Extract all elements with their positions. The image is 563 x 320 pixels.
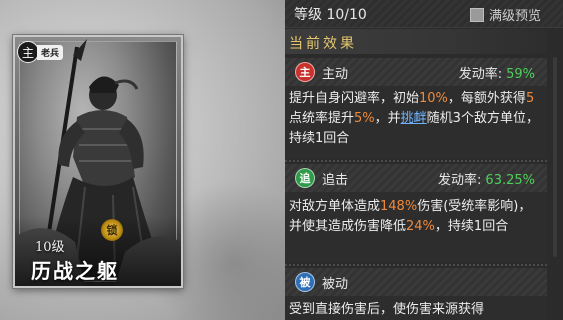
max-preview-checkbox[interactable] <box>470 7 484 22</box>
skill-head: 追 追击 发动率: 63.25% <box>285 164 547 192</box>
skill-description: 对敌方单体造成148%伤害(受统率影响)，并使其造成伤害降低24%，持续1回合 <box>289 197 543 237</box>
skill-card[interactable]: 主 老兵 锁 10级 历战之躯 <box>13 35 183 288</box>
divider <box>285 160 547 162</box>
badge-tag: 老兵 <box>37 44 64 60</box>
pursuit-skill-icon: 追 <box>295 168 315 188</box>
skill-type: 被动 <box>322 277 349 292</box>
desc-highlight: 5 <box>525 91 535 106</box>
desc-text: ，持续1回合 <box>434 219 509 234</box>
skill-passive: 被 被动 受到直接伤害后，使伤害来源获得 <box>285 268 547 320</box>
desc-highlight: 24% <box>406 219 435 234</box>
skill-detail-panel: 等级 10/10 满级预览 当前效果 主 主动 发动率: 59% 提升自身闪避率，… <box>285 0 563 320</box>
trigger-rate: 发动率: 59% <box>459 63 535 82</box>
divider <box>285 264 547 266</box>
desc-highlight: 10% <box>419 91 448 106</box>
taunt-link[interactable]: 挑衅 <box>401 111 427 126</box>
skill-description: 受到直接伤害后，使伤害来源获得 <box>289 300 543 320</box>
section-title: 当前效果 <box>289 36 357 52</box>
lock-icon: 锁 <box>101 219 123 241</box>
level-text: 等级 10/10 <box>294 7 367 23</box>
skill-head: 主 主动 发动率: 59% <box>285 58 547 86</box>
skill-type: 追击 <box>322 173 349 188</box>
trigger-rate: 发动率: 63.25% <box>438 169 535 188</box>
skill-pursuit: 追 追击 发动率: 63.25% 对敌方单体造成148%伤害(受统率影响)，并使其… <box>285 164 547 262</box>
passive-skill-icon: 被 <box>295 272 315 292</box>
skill-description: 提升自身闪避率，初始10%，每额外获得5点统率提升5%，并挑衅随机3个敌方单位，… <box>289 89 543 149</box>
desc-text: 提升自身闪避率，初始 <box>289 91 420 106</box>
desc-highlight: 5% <box>354 111 375 126</box>
card-name: 历战之躯 <box>31 259 119 283</box>
desc-text: ，并 <box>374 111 401 126</box>
skill-active: 主 主动 发动率: 59% 提升自身闪避率，初始10%，每额外获得5 点统率提升5%… <box>285 58 547 158</box>
seal-icon: 主 <box>17 41 39 63</box>
max-preview-label: 满级预览 <box>489 9 542 24</box>
desc-text: ，每额外获得 <box>447 91 526 106</box>
current-effect-header: 当前效果 <box>285 29 547 54</box>
trigger-rate-label: 发动率: <box>438 173 482 188</box>
card-rarity-badge: 主 老兵 <box>17 41 64 63</box>
scrollbar[interactable] <box>553 57 557 257</box>
trigger-rate-value: 59% <box>506 67 535 82</box>
skill-head: 被 被动 <box>285 268 547 296</box>
trigger-rate-value: 63.25% <box>485 173 535 188</box>
desc-text: 受到直接伤害后，使伤害来源获得 <box>289 302 485 317</box>
skill-type: 主动 <box>322 67 349 82</box>
desc-text: 点统率提升 <box>289 111 355 126</box>
active-skill-icon: 主 <box>295 62 315 82</box>
trigger-rate-label: 发动率: <box>458 67 503 82</box>
desc-highlight: 148% <box>380 199 418 214</box>
max-preview-toggle[interactable]: 满级预览 <box>470 5 541 24</box>
desc-text: 对敌方单体造成 <box>289 199 381 214</box>
level-bar: 等级 10/10 满级预览 <box>285 0 563 28</box>
card-level: 10级 <box>35 240 65 255</box>
